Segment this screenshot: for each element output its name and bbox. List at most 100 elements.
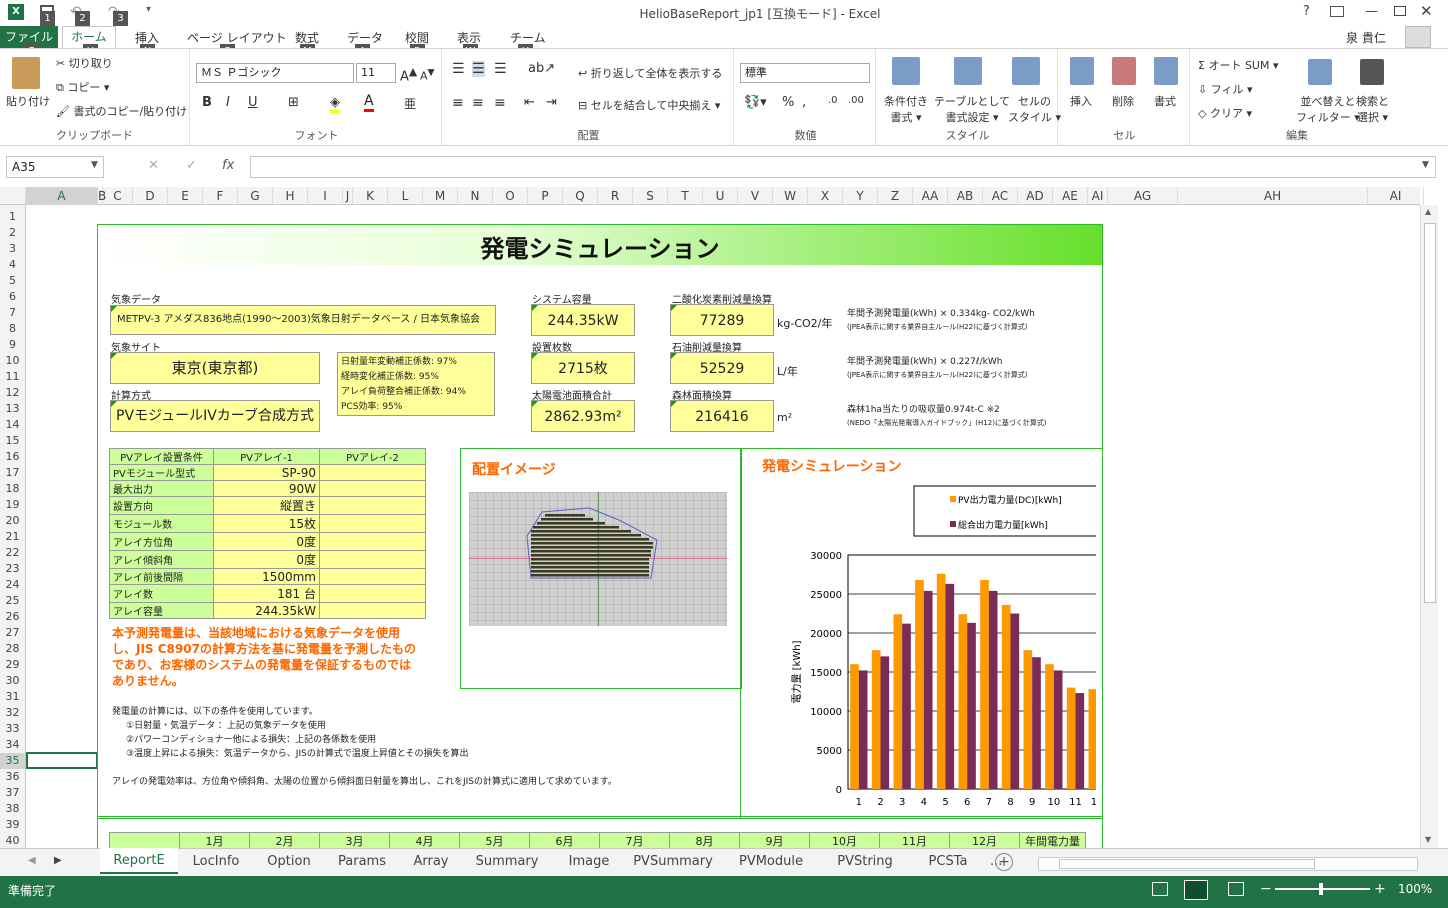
- row-header[interactable]: 11: [0, 369, 25, 385]
- fill-button[interactable]: ⇩ フィル ▾: [1198, 81, 1253, 97]
- row-header[interactable]: 9: [0, 337, 25, 353]
- vertical-scrollbar[interactable]: ▲ ▼: [1420, 205, 1438, 848]
- row-header[interactable]: 19: [0, 497, 25, 513]
- close-icon[interactable]: ✕: [1420, 2, 1433, 20]
- qat-customize-icon[interactable]: ▾: [146, 4, 151, 15]
- zoom-thumb[interactable]: [1319, 883, 1323, 895]
- italic-button[interactable]: I: [226, 95, 230, 110]
- cancel-icon[interactable]: ✕: [148, 158, 159, 173]
- row-header[interactable]: 22: [0, 545, 25, 561]
- font-color-icon[interactable]: A: [364, 93, 374, 112]
- column-header[interactable]: AE: [1053, 187, 1088, 205]
- column-header[interactable]: T: [668, 187, 703, 205]
- column-header[interactable]: Q: [563, 187, 598, 205]
- column-header[interactable]: M: [423, 187, 458, 205]
- merge-center-button[interactable]: ⊟ セルを結合して中央揃え ▾: [578, 97, 720, 113]
- wrap-text-button[interactable]: ↩ 折り返して全体を表示する: [578, 65, 722, 81]
- row-header[interactable]: 35: [0, 753, 25, 769]
- column-header[interactable]: AG: [1108, 187, 1178, 205]
- autosum-button[interactable]: Σ オート SUM ▾: [1198, 57, 1279, 73]
- decrease-decimal-icon[interactable]: .00: [848, 95, 864, 106]
- help-button[interactable]: ?: [1303, 4, 1310, 19]
- paste-button[interactable]: 貼り付け: [6, 93, 50, 109]
- expand-formula-icon[interactable]: ▼: [1422, 160, 1429, 170]
- border-icon[interactable]: ⊞: [288, 95, 299, 110]
- row-header[interactable]: 23: [0, 561, 25, 577]
- sheet-tab[interactable]: PVSummary: [626, 849, 720, 875]
- row-header[interactable]: 37: [0, 785, 25, 801]
- user-name[interactable]: 泉 貴仁: [1346, 29, 1386, 46]
- tab-page-layout[interactable]: ページ レイアウト: [187, 29, 287, 46]
- underline-button[interactable]: U: [248, 95, 258, 110]
- indent-decrease-icon[interactable]: ⇤: [524, 95, 535, 110]
- sheet-tab[interactable]: LocInfo: [178, 849, 254, 875]
- prev-sheet-icon[interactable]: ◀: [28, 855, 36, 866]
- scroll-down-icon[interactable]: ▼: [1425, 835, 1431, 844]
- column-header[interactable]: AC: [983, 187, 1018, 205]
- row-header[interactable]: 33: [0, 721, 25, 737]
- row-header[interactable]: 8: [0, 321, 25, 337]
- column-header[interactable]: D: [133, 187, 168, 205]
- row-header[interactable]: 14: [0, 417, 25, 433]
- row-header[interactable]: 40: [0, 833, 25, 849]
- align-middle-icon[interactable]: ☰: [472, 61, 485, 77]
- indent-increase-icon[interactable]: ⇥: [546, 95, 557, 110]
- column-header[interactable]: AH: [1178, 187, 1368, 205]
- column-header[interactable]: AD: [1018, 187, 1053, 205]
- column-header[interactable]: R: [598, 187, 633, 205]
- row-header[interactable]: 12: [0, 385, 25, 401]
- column-header[interactable]: X: [808, 187, 843, 205]
- row-header[interactable]: 21: [0, 529, 25, 545]
- bold-button[interactable]: B: [202, 95, 212, 110]
- row-header[interactable]: 4: [0, 257, 25, 273]
- align-bottom-icon[interactable]: ☰: [494, 61, 507, 77]
- sheet-tab[interactable]: ReportE: [100, 848, 178, 874]
- row-header[interactable]: 1: [0, 209, 25, 225]
- row-header[interactable]: 2: [0, 225, 25, 241]
- sheet-tab[interactable]: Params: [324, 849, 400, 875]
- horizontal-scrollbar[interactable]: [1038, 857, 1418, 871]
- row-header[interactable]: 20: [0, 513, 25, 529]
- row-header[interactable]: 28: [0, 641, 25, 657]
- column-header[interactable]: U: [703, 187, 738, 205]
- column-header[interactable]: V: [738, 187, 773, 205]
- delete-cells-button[interactable]: 削除: [1112, 93, 1134, 109]
- row-header[interactable]: 5: [0, 273, 25, 289]
- paste-icon[interactable]: [12, 57, 40, 89]
- row-header[interactable]: 16: [0, 449, 25, 465]
- cell-styles-button[interactable]: セルの スタイル ▾: [1008, 93, 1061, 125]
- column-header[interactable]: C: [103, 187, 133, 205]
- insert-cells-button[interactable]: 挿入: [1070, 93, 1092, 109]
- row-header[interactable]: 13: [0, 401, 25, 417]
- row-header[interactable]: 10: [0, 353, 25, 369]
- find-select-button[interactable]: 検索と 選択 ▾: [1356, 93, 1389, 125]
- sheet-tab[interactable]: PVModule: [720, 849, 822, 875]
- column-header[interactable]: AB: [948, 187, 983, 205]
- orientation-icon[interactable]: ab↗: [528, 61, 555, 76]
- worksheet[interactable]: 発電シミュレーション 気象データ METPV-3 アメダス836地点(1990～…: [26, 205, 1420, 848]
- column-header[interactable]: H: [273, 187, 308, 205]
- row-header[interactable]: 18: [0, 481, 25, 497]
- column-header[interactable]: N: [458, 187, 493, 205]
- row-header[interactable]: 36: [0, 769, 25, 785]
- fill-color-icon[interactable]: ◈: [330, 95, 340, 113]
- column-header[interactable]: I: [308, 187, 343, 205]
- format-cells-icon[interactable]: [1154, 57, 1178, 85]
- sort-filter-button[interactable]: 並べ替えと フィルター ▾: [1296, 93, 1360, 125]
- formula-input[interactable]: [250, 156, 1436, 178]
- cell-styles-icon[interactable]: [1012, 57, 1040, 85]
- add-sheet-icon[interactable]: +: [995, 853, 1013, 871]
- column-header[interactable]: P: [528, 187, 563, 205]
- column-header[interactable]: AI: [1368, 187, 1424, 205]
- row-header[interactable]: 30: [0, 673, 25, 689]
- scroll-up-icon[interactable]: ▲: [1425, 207, 1431, 216]
- row-header[interactable]: 15: [0, 433, 25, 449]
- format-cells-button[interactable]: 書式: [1154, 93, 1176, 109]
- font-name-select[interactable]: ＭＳ Ｐゴシック: [196, 63, 354, 83]
- column-header[interactable]: Y: [843, 187, 878, 205]
- format-painter-button[interactable]: 🖌 書式のコピー/貼り付け: [56, 103, 187, 119]
- format-as-table-button[interactable]: テーブルとして 書式設定 ▾: [934, 93, 1010, 125]
- zoom-out-button[interactable]: −: [1260, 881, 1272, 897]
- row-header[interactable]: 32: [0, 705, 25, 721]
- next-sheet-icon[interactable]: ▶: [54, 855, 62, 866]
